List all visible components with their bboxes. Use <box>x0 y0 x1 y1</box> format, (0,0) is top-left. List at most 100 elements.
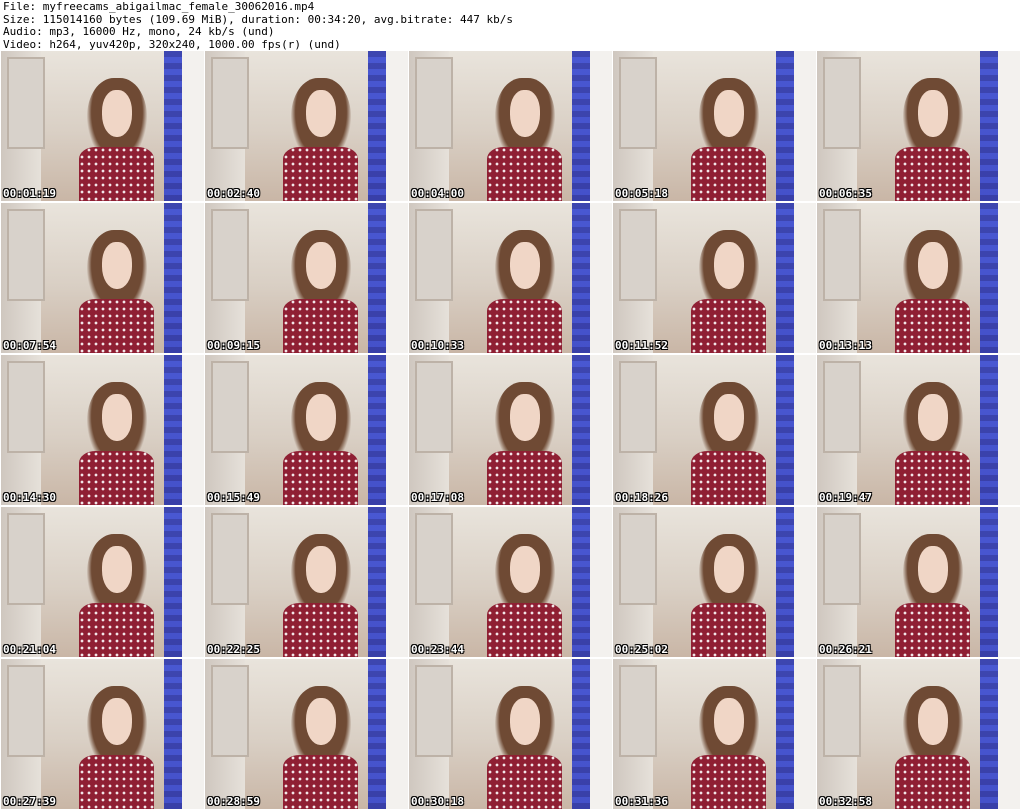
video-thumbnail: 00:18:26 <box>613 355 816 505</box>
person-dress <box>487 602 563 657</box>
person-dress <box>691 146 767 201</box>
person-face <box>917 546 948 594</box>
scene-door <box>386 51 408 201</box>
video-thumbnail: 00:10:33 <box>409 203 612 353</box>
person-dress <box>79 602 155 657</box>
audio-info-line: Audio: mp3, 16000 Hz, mono, 24 kb/s (und… <box>3 25 275 38</box>
scene-person <box>70 686 163 809</box>
scene-tinsel <box>980 51 998 201</box>
scene-tinsel <box>368 51 386 201</box>
thumbnail-timestamp: 00:01:19 <box>3 187 56 200</box>
scene-person <box>886 534 979 657</box>
scene-door <box>590 51 612 201</box>
person-face <box>713 698 744 746</box>
thumbnail-timestamp: 00:06:35 <box>819 187 872 200</box>
scene-tinsel <box>572 507 590 657</box>
thumbnail-timestamp: 00:23:44 <box>411 643 464 656</box>
person-dress <box>691 754 767 809</box>
scene-door <box>182 355 204 505</box>
scene-tinsel <box>164 355 182 505</box>
thumbnail-timestamp: 00:21:04 <box>3 643 56 656</box>
thumbnail-timestamp: 00:32:58 <box>819 795 872 808</box>
scene-cabinet <box>415 361 453 453</box>
thumbnail-timestamp: 00:07:54 <box>3 339 56 352</box>
scene-cabinet <box>415 513 453 605</box>
video-thumbnail: 00:11:52 <box>613 203 816 353</box>
thumbnail-timestamp: 00:25:02 <box>615 643 668 656</box>
person-face <box>917 90 948 138</box>
scene-door <box>794 203 816 353</box>
thumbnail-timestamp: 00:14:30 <box>3 491 56 504</box>
person-dress <box>895 602 971 657</box>
scene-tinsel <box>980 355 998 505</box>
scene-cabinet <box>7 209 45 301</box>
thumbnail-timestamp: 00:28:59 <box>207 795 260 808</box>
scene-cabinet <box>415 209 453 301</box>
person-face <box>509 698 540 746</box>
scene-door <box>386 203 408 353</box>
scene-person <box>682 382 775 505</box>
scene-tinsel <box>980 203 998 353</box>
scene-cabinet <box>415 665 453 757</box>
person-dress <box>895 450 971 505</box>
video-thumbnail: 00:22:25 <box>205 507 408 657</box>
scene-cabinet <box>7 57 45 149</box>
person-dress <box>79 146 155 201</box>
video-thumbnail: 00:23:44 <box>409 507 612 657</box>
scene-door <box>590 507 612 657</box>
thumbnail-timestamp: 00:04:00 <box>411 187 464 200</box>
person-dress <box>283 602 359 657</box>
scene-door <box>182 659 204 809</box>
scene-cabinet <box>211 209 249 301</box>
scene-door <box>590 355 612 505</box>
video-thumbnail: 00:17:08 <box>409 355 612 505</box>
person-face <box>101 698 132 746</box>
scene-person <box>478 230 571 353</box>
scene-tinsel <box>368 203 386 353</box>
scene-person <box>274 230 367 353</box>
scene-tinsel <box>776 355 794 505</box>
thumbnail-timestamp: 00:30:18 <box>411 795 464 808</box>
person-dress <box>691 450 767 505</box>
scene-door <box>182 51 204 201</box>
scene-cabinet <box>823 513 861 605</box>
scene-door <box>794 507 816 657</box>
video-thumbnail: 00:32:58 <box>817 659 1020 809</box>
scene-person <box>886 78 979 201</box>
person-face <box>713 90 744 138</box>
scene-door <box>794 51 816 201</box>
video-thumbnail: 00:09:15 <box>205 203 408 353</box>
person-dress <box>487 754 563 809</box>
person-face <box>305 698 336 746</box>
person-dress <box>487 146 563 201</box>
video-thumbnail: 00:25:02 <box>613 507 816 657</box>
person-dress <box>283 146 359 201</box>
video-thumbnail: 00:05:18 <box>613 51 816 201</box>
thumbnail-timestamp: 00:15:49 <box>207 491 260 504</box>
scene-person <box>886 230 979 353</box>
person-dress <box>79 754 155 809</box>
scene-person <box>886 382 979 505</box>
person-dress <box>283 450 359 505</box>
scene-cabinet <box>7 361 45 453</box>
scene-door <box>998 51 1020 201</box>
person-face <box>713 394 744 442</box>
scene-door <box>182 203 204 353</box>
scene-tinsel <box>776 659 794 809</box>
scene-door <box>998 659 1020 809</box>
video-thumbnail: 00:28:59 <box>205 659 408 809</box>
video-thumbnail: 00:30:18 <box>409 659 612 809</box>
scene-door <box>998 203 1020 353</box>
thumbnail-timestamp: 00:22:25 <box>207 643 260 656</box>
scene-door <box>590 659 612 809</box>
scene-tinsel <box>980 507 998 657</box>
video-thumbnail: 00:15:49 <box>205 355 408 505</box>
video-thumbnail: 00:21:04 <box>1 507 204 657</box>
person-dress <box>487 298 563 353</box>
person-face <box>509 394 540 442</box>
thumbnail-timestamp: 00:02:40 <box>207 187 260 200</box>
thumbnail-grid: 00:01:19 00:02:40 00:04:00 00:05:18 00:06:35… <box>0 51 1024 811</box>
person-dress <box>691 298 767 353</box>
thumbnail-timestamp: 00:19:47 <box>819 491 872 504</box>
video-thumbnail: 00:26:21 <box>817 507 1020 657</box>
